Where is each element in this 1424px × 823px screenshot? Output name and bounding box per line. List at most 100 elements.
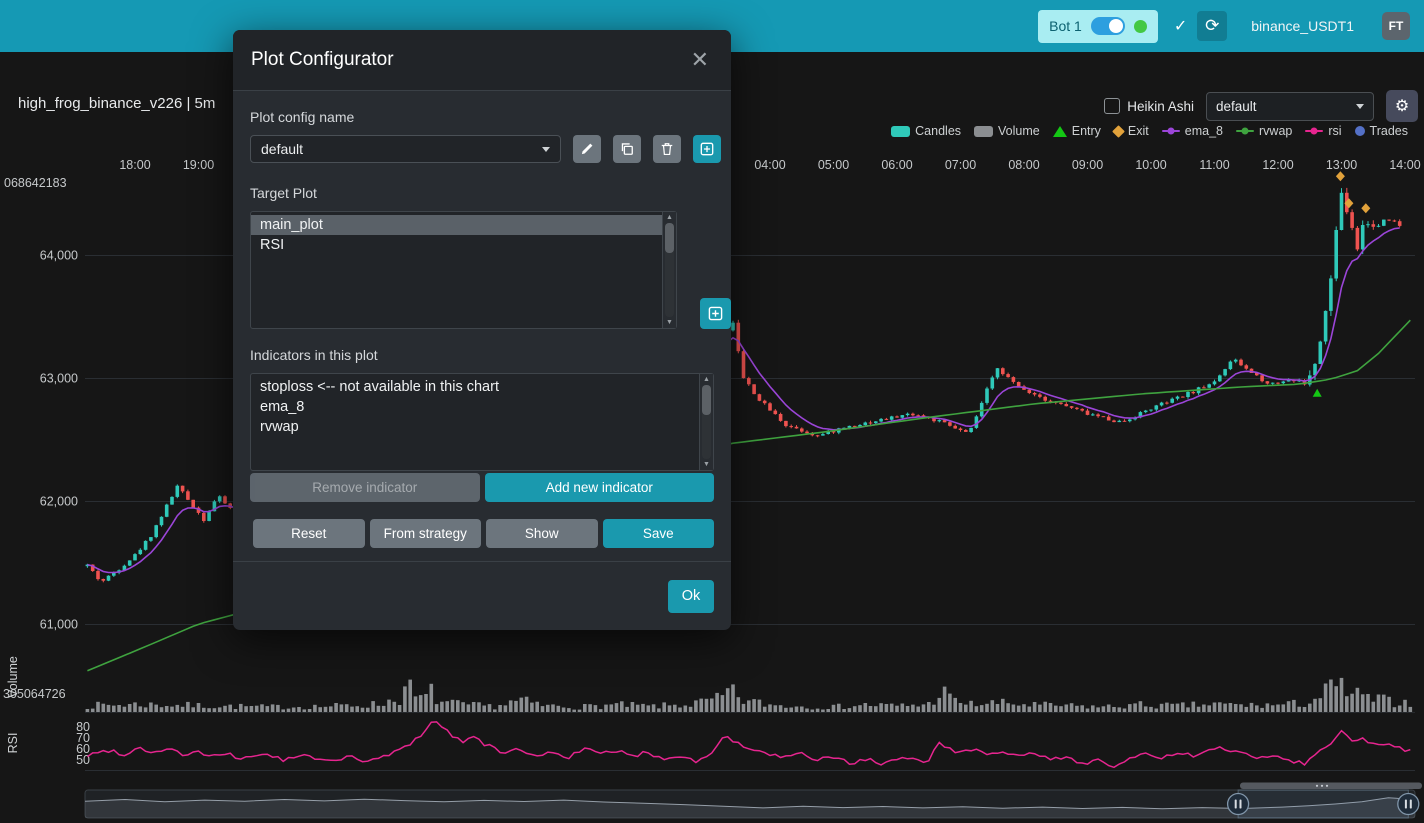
legend-item-trades[interactable]: Trades xyxy=(1355,124,1408,138)
refresh-button[interactable]: ⟳ xyxy=(1197,11,1227,41)
target-plot-row: main_plotRSI ▲ ▼ xyxy=(250,211,714,329)
legend-item-candles[interactable]: Candles xyxy=(891,124,961,138)
indicators-label: Indicators in this plot xyxy=(250,347,714,363)
scrollbar-track[interactable] xyxy=(702,385,711,459)
scrollbar-thumb[interactable] xyxy=(702,385,711,415)
svg-text:61,000: 61,000 xyxy=(40,618,78,632)
scrollbar-track[interactable] xyxy=(665,223,674,317)
svg-text:12:00: 12:00 xyxy=(1262,158,1293,172)
legend-item-entry[interactable]: Entry xyxy=(1053,124,1101,138)
scroll-up-icon[interactable]: ▲ xyxy=(703,375,710,384)
legend-marker-exit xyxy=(1112,125,1125,138)
edit-config-button[interactable] xyxy=(573,135,601,163)
indicator-actions-row: Remove indicator Add new indicator xyxy=(250,473,714,502)
svg-text:Volume: Volume xyxy=(6,656,20,698)
modal-close-button[interactable]: ✕ xyxy=(691,49,709,71)
legend-label: Candles xyxy=(915,124,961,138)
close-icon: ✕ xyxy=(691,47,709,72)
listbox-scrollbar[interactable]: ▲ ▼ xyxy=(699,374,713,470)
exit-marker xyxy=(1336,171,1345,181)
scroll-down-icon[interactable]: ▼ xyxy=(703,460,710,469)
indicators-listbox[interactable]: stoploss <-- not available in this chart… xyxy=(250,373,714,471)
config-name-select[interactable]: default xyxy=(250,135,561,163)
volume-bars xyxy=(86,678,1413,712)
indicator-option-stoploss-not-available-in-this-chart[interactable]: stoploss <-- not available in this chart xyxy=(251,377,699,397)
navbar-right-group: Bot 1 ✓ ⟳ binance_USDT1 FT xyxy=(1038,10,1410,43)
legend-label: Entry xyxy=(1072,124,1101,138)
legend-marker-dot xyxy=(1167,128,1174,135)
plot-config-gear-button[interactable]: ⚙ xyxy=(1386,90,1418,122)
target-plot-option-rsi[interactable]: RSI xyxy=(251,235,662,255)
legend-item-exit[interactable]: Exit xyxy=(1114,124,1149,138)
svg-text:13:00: 13:00 xyxy=(1326,158,1357,172)
refresh-icon: ⟳ xyxy=(1205,16,1219,36)
scrollbar-thumb[interactable] xyxy=(665,223,674,253)
legend-item-ema_8[interactable]: ema_8 xyxy=(1162,124,1223,138)
add-config-button[interactable] xyxy=(693,135,721,163)
datazoom-window[interactable] xyxy=(1238,790,1408,818)
target-plot-option-main-plot[interactable]: main_plot xyxy=(251,215,662,235)
legend-label: Volume xyxy=(998,124,1040,138)
target-plot-options: main_plotRSI xyxy=(251,212,662,328)
legend-marker-trades xyxy=(1355,126,1365,136)
instance-name: binance_USDT1 xyxy=(1251,18,1354,34)
trash-icon xyxy=(660,142,674,156)
legend-item-rsi[interactable]: rsi xyxy=(1305,124,1341,138)
legend-marker-entry xyxy=(1053,126,1067,137)
pencil-icon xyxy=(580,142,594,156)
legend-marker-dot xyxy=(1242,128,1249,135)
heikin-ashi-label: Heikin Ashi xyxy=(1127,99,1194,114)
add-new-indicator-button[interactable]: Add new indicator xyxy=(485,473,715,502)
svg-text:11:00: 11:00 xyxy=(1199,158,1229,172)
plot-config-name-label: Plot config name xyxy=(250,109,714,125)
bot-toggle[interactable] xyxy=(1091,17,1125,35)
chevron-down-icon xyxy=(542,147,550,152)
heikin-ashi-toggle[interactable]: Heikin Ashi xyxy=(1104,98,1194,114)
toggle-knob-icon xyxy=(1109,19,1123,33)
svg-text:64,000: 64,000 xyxy=(40,249,78,263)
bot-name-label: Bot 1 xyxy=(1049,18,1082,34)
save-button[interactable]: Save xyxy=(603,519,715,548)
chevron-down-icon xyxy=(1356,104,1364,109)
svg-text:14:00: 14:00 xyxy=(1389,158,1420,172)
duplicate-config-button[interactable] xyxy=(613,135,641,163)
bot-online-indicator xyxy=(1134,20,1147,33)
scroll-up-icon[interactable]: ▲ xyxy=(666,213,673,222)
svg-text:50: 50 xyxy=(76,753,90,767)
legend-marker-volume xyxy=(974,126,993,137)
legend-marker-rsi xyxy=(1305,130,1323,133)
chart-scrollbar-thumb[interactable] xyxy=(1240,783,1422,790)
datazoom-handle-icon[interactable] xyxy=(1228,794,1249,815)
legend-label: Exit xyxy=(1128,124,1149,138)
indicator-option-rvwap[interactable]: rvwap xyxy=(251,417,699,437)
datazoom-handle-icon[interactable] xyxy=(1398,794,1419,815)
bot-selector[interactable]: Bot 1 xyxy=(1038,10,1158,43)
datazoom-navigator[interactable] xyxy=(85,783,1422,819)
delete-config-button[interactable] xyxy=(653,135,681,163)
ok-button[interactable]: Ok xyxy=(668,580,714,613)
target-plot-listbox[interactable]: main_plotRSI ▲ ▼ xyxy=(250,211,677,329)
ft-logo-button[interactable]: FT xyxy=(1382,12,1410,40)
legend-item-rvwap[interactable]: rvwap xyxy=(1236,124,1292,138)
indicator-options: stoploss <-- not available in this chart… xyxy=(251,374,699,470)
listbox-scrollbar[interactable]: ▲ ▼ xyxy=(662,212,676,328)
svg-text:19:00: 19:00 xyxy=(183,158,214,172)
plot-config-select[interactable]: default xyxy=(1206,92,1374,121)
scroll-down-icon[interactable]: ▼ xyxy=(666,318,673,327)
legend-item-volume[interactable]: Volume xyxy=(974,124,1040,138)
legend-label: ema_8 xyxy=(1185,124,1223,138)
exit-marker xyxy=(1361,203,1370,213)
add-plot-button[interactable] xyxy=(700,298,731,329)
chart-legend: Candles Volume Entry Exit ema_8 rvwap rsi Trade… xyxy=(891,124,1408,138)
svg-text:10:00: 10:00 xyxy=(1135,158,1166,172)
show-button[interactable]: Show xyxy=(486,519,598,548)
legend-label: Trades xyxy=(1370,124,1408,138)
from-strategy-button[interactable]: From strategy xyxy=(370,519,482,548)
config-actions-row: Reset From strategy Show Save xyxy=(250,519,714,548)
svg-text:06:00: 06:00 xyxy=(881,158,912,172)
plus-square-icon xyxy=(700,142,714,156)
reset-button[interactable]: Reset xyxy=(253,519,365,548)
indicator-option-ema-8[interactable]: ema_8 xyxy=(251,397,699,417)
remove-indicator-button[interactable]: Remove indicator xyxy=(250,473,480,502)
heikin-ashi-checkbox[interactable] xyxy=(1104,98,1120,114)
